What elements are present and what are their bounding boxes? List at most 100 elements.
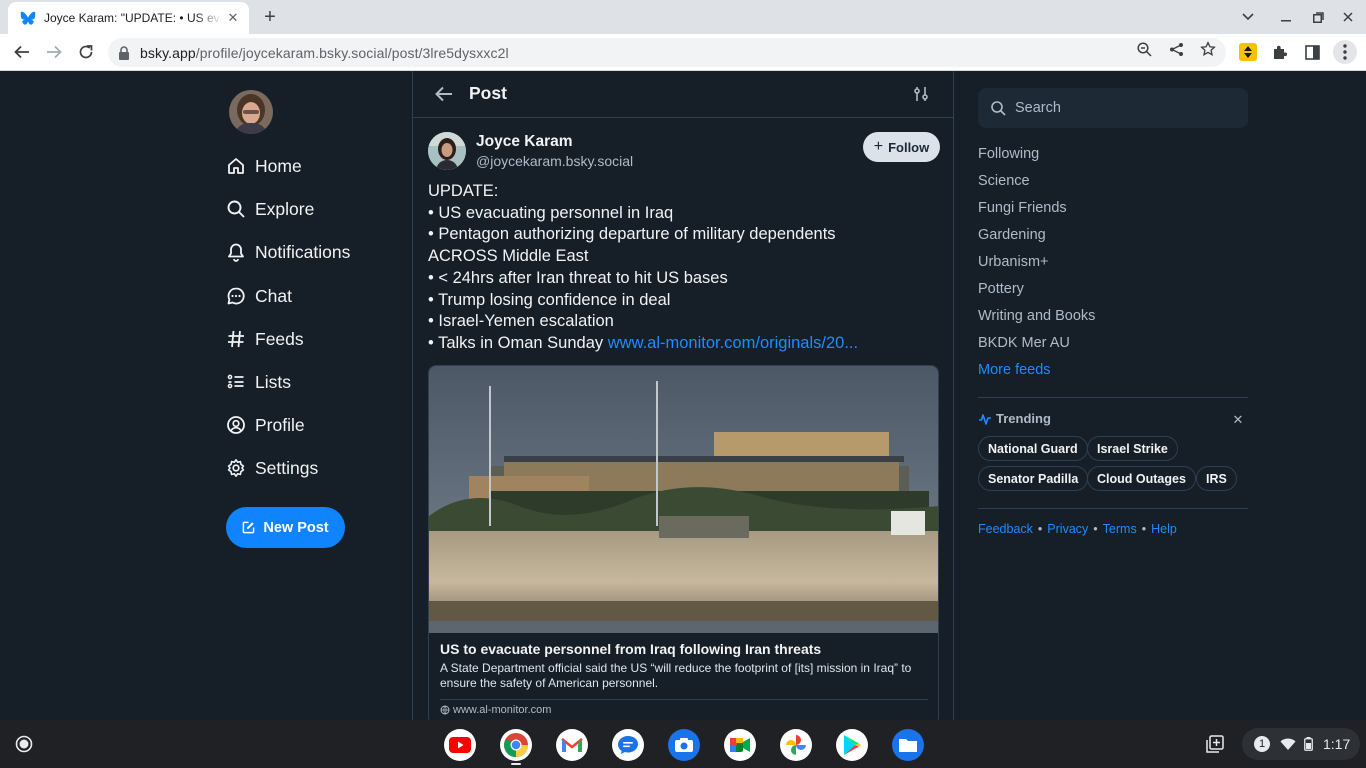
trending-chip[interactable]: Israel Strike [1087, 436, 1178, 461]
nav-lists[interactable]: Lists [226, 367, 291, 397]
nav-notifications[interactable]: Notifications [226, 237, 350, 267]
post-line: • US evacuating personnel in Iraq [428, 203, 674, 222]
extension-yellow-icon[interactable] [1237, 41, 1259, 63]
hash-icon [226, 329, 246, 349]
meet-app-icon[interactable] [724, 729, 756, 761]
nav-home-label: Home [255, 155, 302, 176]
nav-lists-label: Lists [255, 371, 291, 392]
trending-chip[interactable]: Cloud Outages [1087, 466, 1196, 491]
clock: 1:17 [1323, 736, 1351, 752]
back-arrow-icon[interactable] [10, 40, 34, 64]
terms-link[interactable]: Terms [1103, 522, 1137, 536]
trending-chip[interactable]: IRS [1196, 466, 1237, 491]
trending-chip[interactable]: Senator Padilla [978, 466, 1089, 491]
restore-icon[interactable] [1308, 7, 1328, 27]
bluesky-butterfly-icon [20, 11, 36, 25]
post-body: UPDATE: • US evacuating personnel in Ira… [428, 181, 940, 355]
close-icon[interactable]: ✕ [1231, 412, 1245, 427]
nav-chat[interactable]: Chat [226, 281, 292, 311]
menu-kebab-icon[interactable] [1333, 40, 1357, 64]
back-arrow-icon[interactable] [433, 83, 455, 105]
follow-button[interactable]: + Follow [863, 132, 940, 162]
status-area[interactable]: 1 1:17 [1242, 728, 1360, 760]
link-card-title: US to evacuate personnel from Iraq follo… [440, 641, 822, 657]
author-name[interactable]: Joyce Karam [476, 133, 573, 151]
nav-settings-label: Settings [255, 457, 319, 478]
trending-title: Trending [996, 411, 1051, 426]
address-bar[interactable]: bsky.app/profile/joycekaram.bsky.social/… [108, 38, 1226, 67]
battery-icon [1304, 737, 1313, 751]
photos-app-icon[interactable] [780, 729, 812, 761]
new-post-button[interactable]: New Post [226, 507, 345, 548]
post-link[interactable]: www.al-monitor.com/originals/20... [608, 334, 858, 352]
feedback-link[interactable]: Feedback [978, 522, 1033, 536]
gmail-app-icon[interactable] [556, 729, 588, 761]
active-tab[interactable]: Joyce Karam: "UPDATE: • US evacuating pe… [8, 2, 249, 34]
home-icon [226, 156, 246, 176]
minimize-icon[interactable] [1276, 7, 1296, 27]
privacy-link[interactable]: Privacy [1047, 522, 1088, 536]
nav-home[interactable]: Home [226, 151, 302, 181]
nav-settings[interactable]: Settings [226, 453, 318, 483]
nav-feeds[interactable]: Feeds [226, 324, 304, 354]
nav-explore[interactable]: Explore [226, 194, 314, 224]
thread-settings-sliders-icon[interactable] [910, 83, 932, 105]
author-handle[interactable]: @joycekaram.bsky.social [476, 153, 633, 169]
my-avatar[interactable] [229, 90, 273, 134]
post-line: UPDATE: [428, 182, 499, 200]
help-link[interactable]: Help [1151, 522, 1177, 536]
feed-link[interactable]: BKDK Mer AU [978, 335, 1070, 351]
bell-icon [226, 242, 246, 262]
more-feeds-link[interactable]: More feeds [978, 362, 1051, 378]
chrome-app-icon[interactable] [500, 729, 532, 761]
feed-link[interactable]: Following [978, 146, 1039, 162]
bluesky-page: Home Explore Notifications Chat Feeds Li… [0, 71, 1366, 720]
files-app-icon[interactable] [892, 729, 924, 761]
nav-chat-label: Chat [255, 285, 292, 306]
nav-profile-label: Profile [255, 414, 305, 435]
footer-links: Feedback • Privacy • Terms • Help [978, 522, 1177, 536]
tab-search-chevron-icon[interactable] [1238, 7, 1258, 27]
youtube-app-icon[interactable] [444, 729, 476, 761]
link-card-domain: www.al-monitor.com [440, 704, 551, 716]
nav-profile[interactable]: Profile [226, 410, 305, 440]
zoom-icon[interactable] [1136, 41, 1152, 57]
tab-strip: Joyce Karam: "UPDATE: • US evacuating pe… [0, 0, 1366, 34]
post-line: ACROSS Middle East [428, 247, 589, 266]
share-icon[interactable] [1168, 41, 1184, 57]
feed-link[interactable]: Fungi Friends [978, 200, 1067, 216]
trending-header: Trending [978, 411, 1051, 426]
close-window-icon[interactable] [1338, 7, 1358, 27]
gear-icon [226, 458, 246, 478]
camera-app-icon[interactable] [668, 729, 700, 761]
extensions-puzzle-icon[interactable] [1269, 41, 1291, 63]
trending-chip[interactable]: National Guard [978, 436, 1088, 461]
new-tab-button[interactable]: + [258, 5, 282, 29]
feed-link[interactable]: Pottery [978, 281, 1024, 297]
bookmark-star-icon[interactable] [1200, 41, 1216, 57]
launcher-icon[interactable] [8, 732, 40, 756]
messages-app-icon[interactable] [612, 729, 644, 761]
play-store-app-icon[interactable] [836, 729, 868, 761]
compose-icon [243, 521, 255, 534]
feed-link[interactable]: Writing and Books [978, 308, 1095, 324]
globe-icon [440, 705, 450, 715]
feed-link[interactable]: Science [978, 173, 1030, 189]
clipboard-tray-icon[interactable] [1200, 730, 1230, 758]
post-line: • Israel-Yemen escalation [428, 312, 614, 331]
side-panel-icon[interactable] [1301, 41, 1323, 63]
tab-close-icon[interactable]: ✕ [225, 10, 241, 26]
post-line: • < 24hrs after Iran threat to hit US ba… [428, 268, 728, 287]
feed-link[interactable]: Urbanism+ [978, 254, 1049, 270]
reload-icon[interactable] [74, 40, 98, 64]
search-input[interactable]: Search [978, 88, 1248, 128]
list-icon [226, 372, 246, 392]
nav-feeds-label: Feeds [255, 328, 304, 349]
tab-title: Joyce Karam: "UPDATE: • US evacuating pe… [44, 11, 222, 25]
feed-link[interactable]: Gardening [978, 227, 1046, 243]
os-shelf: 1 1:17 [0, 720, 1366, 768]
link-card[interactable]: US to evacuate personnel from Iraq follo… [428, 365, 939, 720]
forward-arrow-icon[interactable] [42, 40, 66, 64]
author-avatar[interactable] [428, 132, 466, 170]
browser-toolbar: bsky.app/profile/joycekaram.bsky.social/… [0, 34, 1366, 71]
